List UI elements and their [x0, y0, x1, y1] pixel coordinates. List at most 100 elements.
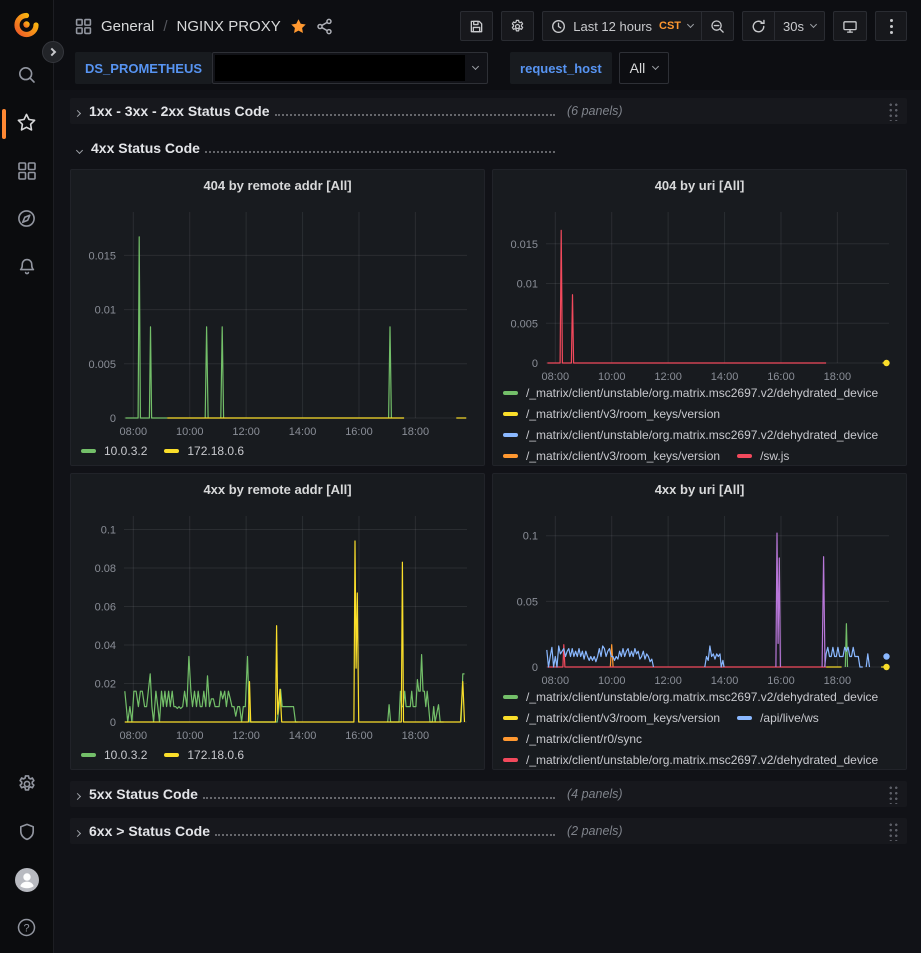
svg-text:08:00: 08:00	[542, 675, 570, 686]
refresh-button[interactable]	[742, 11, 774, 41]
panel-title[interactable]: 4xx by remote addr [All]	[71, 474, 484, 504]
row-drag-handle[interactable]	[888, 784, 899, 804]
svg-text:16:00: 16:00	[767, 675, 795, 686]
time-range-label: Last 12 hours	[573, 19, 652, 34]
series-line	[866, 654, 869, 667]
legend-item[interactable]: 172.18.0.6	[164, 744, 244, 765]
refresh-interval-picker[interactable]: 30s	[774, 11, 825, 41]
svg-text:18:00: 18:00	[824, 675, 852, 686]
svg-text:0.05: 0.05	[517, 596, 538, 608]
legend-item[interactable]: 10.0.3.2	[81, 440, 147, 461]
svg-text:16:00: 16:00	[767, 371, 795, 382]
legend-label: /_matrix/client/unstable/org.matrix.msc2…	[526, 386, 878, 400]
row-5xx[interactable]: 5xx Status Code (4 panels)	[70, 781, 907, 807]
breadcrumb-dashboard-title[interactable]: NGINX PROXY	[177, 18, 281, 35]
row-title: 1xx - 3xx - 2xx Status Code	[89, 103, 270, 119]
legend-item[interactable]: /_matrix/client/v3/room_keys/version	[503, 403, 720, 424]
legend-item[interactable]: /_matrix/client/r0/sync	[503, 728, 642, 749]
time-series-chart[interactable]: 00.050.108:0010:0012:0014:0016:0018:00	[500, 504, 899, 686]
time-range-picker[interactable]: Last 12 hours CST	[542, 11, 701, 41]
save-dashboard-button[interactable]	[460, 11, 493, 41]
row-6xx[interactable]: 6xx > Status Code (2 panels)	[70, 818, 907, 844]
legend-item[interactable]: /sw.js	[737, 445, 789, 465]
legend-label: /_matrix/client/unstable/org.matrix.msc2…	[526, 753, 878, 767]
series-color-swatch	[737, 716, 752, 720]
sidebar-item-server-admin[interactable]	[0, 809, 54, 857]
series-line	[221, 327, 224, 418]
row-panel-count: (6 panels)	[567, 104, 623, 118]
panel-404-by-uri-all: 404 by uri [All]00.0050.010.01508:0010:0…	[492, 169, 907, 466]
legend-item[interactable]: 172.18.0.6	[164, 440, 244, 461]
panel-legend: /_matrix/client/unstable/org.matrix.msc2…	[493, 686, 906, 769]
series-color-swatch	[81, 449, 96, 453]
zoom-out-time-button[interactable]	[701, 11, 734, 41]
dashboard-settings-button[interactable]	[501, 11, 534, 41]
svg-text:10:00: 10:00	[598, 371, 626, 382]
legend-item[interactable]: /api/live/ws	[737, 707, 819, 728]
legend-label: /_matrix/client/unstable/org.matrix.msc2…	[526, 690, 878, 704]
time-series-chart[interactable]: 00.0050.010.01508:0010:0012:0014:0016:00…	[78, 200, 477, 440]
svg-text:0: 0	[532, 358, 538, 370]
favorite-star-icon[interactable]	[290, 18, 307, 35]
svg-text:0.01: 0.01	[95, 305, 116, 317]
sidebar-item-alerting[interactable]	[0, 244, 54, 292]
row-1xx-3xx-2xx[interactable]: 1xx - 3xx - 2xx Status Code (6 panels)	[70, 98, 907, 124]
dashboard-canvas: 1xx - 3xx - 2xx Status Code (6 panels) 4…	[54, 90, 921, 953]
legend-label: 172.18.0.6	[187, 748, 244, 762]
row-drag-handle[interactable]	[888, 101, 899, 121]
legend-item[interactable]: /_matrix/client/v3/room_keys/version	[503, 707, 720, 728]
row-drag-handle[interactable]	[888, 821, 899, 841]
series-color-swatch	[164, 449, 179, 453]
sidebar-item-dashboards[interactable]	[0, 148, 54, 196]
panel-title[interactable]: 4xx by uri [All]	[493, 474, 906, 504]
breadcrumb: General / NGINX PROXY	[75, 18, 333, 35]
legend-item[interactable]: /_matrix/client/unstable/org.matrix.msc2…	[503, 382, 878, 403]
chevron-right-icon	[74, 830, 81, 837]
sidebar-item-help[interactable]: ?	[0, 905, 54, 953]
svg-text:14:00: 14:00	[289, 426, 317, 438]
variable-value-dropdown[interactable]	[212, 52, 488, 84]
sidebar-item-starred[interactable]	[0, 100, 54, 148]
time-series-chart[interactable]: 00.020.040.060.080.108:0010:0012:0014:00…	[78, 504, 477, 744]
series-color-swatch	[503, 433, 518, 437]
legend-label: /_matrix/client/v3/room_keys/version	[526, 407, 720, 421]
kebab-menu-button[interactable]	[875, 11, 907, 41]
share-icon[interactable]	[316, 18, 333, 35]
legend-item[interactable]: /_matrix/client/unstable/org.matrix.msc2…	[503, 686, 878, 707]
tv-mode-button[interactable]	[833, 11, 867, 41]
sidebar-item-explore[interactable]	[0, 196, 54, 244]
legend-item[interactable]: /_matrix/client/unstable/org.matrix.msc2…	[503, 749, 878, 769]
time-series-chart[interactable]: 00.0050.010.01508:0010:0012:0014:0016:00…	[500, 200, 899, 382]
svg-text:0.015: 0.015	[510, 239, 538, 251]
search-icon	[17, 65, 37, 88]
dashboards-grid-icon	[17, 161, 37, 184]
chevron-right-icon	[74, 793, 81, 800]
series-color-swatch	[503, 454, 518, 458]
legend-label: /_matrix/client/v3/room_keys/version	[526, 711, 720, 725]
star-outline-icon	[16, 112, 37, 136]
kebab-icon	[890, 19, 893, 34]
breadcrumb-folder[interactable]: General	[101, 18, 154, 35]
sidebar-expand-button[interactable]	[42, 41, 64, 63]
sidebar-item-configuration[interactable]	[0, 761, 54, 809]
shield-icon	[17, 822, 37, 845]
sidebar-item-profile[interactable]	[0, 857, 54, 905]
row-4xx[interactable]: 4xx Status Code	[70, 135, 907, 161]
timezone-label: CST	[659, 20, 681, 32]
variable-selected-value: All	[630, 60, 646, 76]
legend-item[interactable]: /_matrix/client/v3/room_keys/version	[503, 445, 720, 465]
svg-text:0.08: 0.08	[95, 563, 116, 575]
svg-text:08:00: 08:00	[120, 426, 148, 438]
refresh-interval-label: 30s	[783, 19, 804, 34]
legend-label: 172.18.0.6	[187, 444, 244, 458]
panel-title[interactable]: 404 by remote addr [All]	[71, 170, 484, 200]
variable-value-dropdown[interactable]: All	[619, 52, 670, 84]
refresh-group: 30s	[742, 11, 825, 41]
legend-item[interactable]: /_matrix/client/unstable/org.matrix.msc2…	[503, 424, 878, 445]
svg-text:0: 0	[532, 662, 538, 674]
panel-title[interactable]: 404 by uri [All]	[493, 170, 906, 200]
svg-text:0.1: 0.1	[523, 531, 538, 543]
series-color-swatch	[503, 391, 518, 395]
legend-item[interactable]: 10.0.3.2	[81, 744, 147, 765]
dotted-leader	[205, 151, 555, 153]
